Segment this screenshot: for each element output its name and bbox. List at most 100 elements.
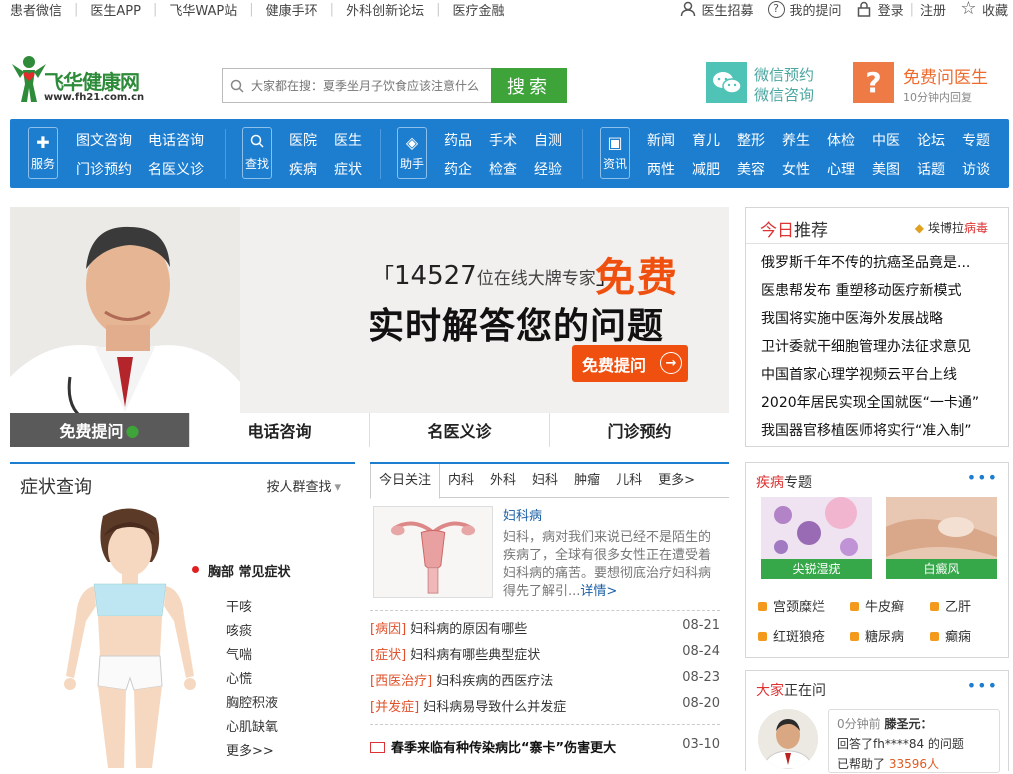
topic-link-diabetes[interactable]: 糖尿病 (850, 626, 904, 645)
topic-link-lupus[interactable]: 红斑狼疮 (758, 626, 825, 645)
list-item[interactable]: 我国器官移植医师将实行“准入制” (761, 420, 979, 448)
answer-card[interactable]: 0分钟前 滕圣元： 回答了fh****84 的问题 已帮助了 33596人 (828, 709, 1000, 773)
banner-tab-free-clinic[interactable]: 名医义诊 (370, 413, 550, 447)
login-link[interactable]: 登录 (856, 0, 904, 19)
topic-link-cervical-erosion[interactable]: 宫颈糜烂 (758, 596, 825, 615)
tab-gynecology[interactable]: 妇科 (524, 464, 566, 498)
list-item[interactable]: 2020年居民实现全国就医“一卡通” (761, 392, 979, 420)
banner-tab-appointment[interactable]: 门诊预约 (550, 413, 729, 447)
list-item[interactable]: 气喘 (226, 644, 278, 668)
tab-surgery[interactable]: 外科 (482, 464, 524, 498)
nav-link-appointment[interactable]: 门诊预约 (76, 159, 132, 179)
nav-link-women[interactable]: 女性 (782, 159, 810, 179)
list-item[interactable]: 中国首家心理学视频云平台上线 (761, 364, 979, 392)
body-map[interactable] (48, 506, 213, 773)
news-category[interactable]: [西医治疗] (370, 674, 432, 689)
nav-service-button[interactable]: ✚ 服务 (28, 127, 58, 179)
free-ask-doctor[interactable]: ? 免费问医生 10分钟内回复 (853, 62, 1003, 104)
top-link-surgery-forum[interactable]: 外科创新论坛 (346, 0, 424, 19)
tab-today-focus[interactable]: 今日关注 (370, 464, 441, 499)
nav-link-exam[interactable]: 检查 (489, 159, 517, 179)
hero-banner[interactable]: 「14527位在线大牌专家」 免费 实时解答您的问题 免费提问 → (10, 207, 729, 447)
more-dots-icon[interactable]: ••• (967, 470, 998, 486)
nav-link-surgery[interactable]: 手术 (489, 130, 517, 150)
nav-link-pharma[interactable]: 药企 (444, 159, 472, 179)
news-title[interactable]: 妇科病有哪些典型症状 (410, 648, 540, 663)
news-title[interactable]: 妇科病的原因有哪些 (410, 622, 527, 637)
nav-news-button[interactable]: ▣ 资讯 (600, 127, 630, 179)
banner-tab-free-question[interactable]: 免费提问 ● (10, 413, 190, 447)
wechat-appointment[interactable]: 微信预约 (754, 64, 814, 85)
top-link-wap[interactable]: 飞华WAP站 (169, 0, 237, 19)
featured-article-title[interactable]: 妇科病 (503, 508, 723, 526)
topic-link-hepatitis-b[interactable]: 乙肝 (930, 596, 971, 615)
news-row[interactable]: [症状] 妇科病有哪些典型症状 08-24 (370, 644, 720, 670)
nav-link-checkup[interactable]: 体检 (827, 130, 855, 150)
news-row[interactable]: [西医治疗] 妇科疾病的西医疗法 08-23 (370, 670, 720, 696)
nav-link-gallery[interactable]: 美图 (872, 159, 900, 179)
nav-link-free-clinic[interactable]: 名医义诊 (148, 159, 204, 179)
news-row[interactable]: [并发症] 妇科病易导致什么并发症 08-20 (370, 696, 720, 722)
anatomy-thumbnail[interactable] (373, 506, 493, 598)
favorite-link[interactable]: ☆ 收藏 (960, 0, 1008, 19)
tab-internal[interactable]: 内科 (440, 464, 482, 498)
nav-link-phone-consult[interactable]: 电话咨询 (148, 130, 204, 150)
nav-link-tcm[interactable]: 中医 (872, 130, 900, 150)
nav-link-disease[interactable]: 疾病 (289, 159, 317, 179)
nav-find-button[interactable]: 查找 (242, 127, 272, 179)
list-item[interactable]: 我国将实施中医海外发展战略 (761, 308, 979, 336)
register-link[interactable]: 注册 (920, 0, 946, 19)
headline-news-title[interactable]: 春季来临有种传染病比“寨卡”伤害更大 (391, 741, 616, 756)
my-questions-link[interactable]: ? 我的提问 (767, 0, 842, 19)
news-category[interactable]: [症状] (370, 648, 406, 663)
nav-link-topics[interactable]: 专题 (962, 130, 990, 150)
nav-link-diet[interactable]: 减肥 (692, 159, 720, 179)
tab-oncology[interactable]: 肿瘤 (566, 464, 608, 498)
featured-article-more[interactable]: 详情> (580, 584, 617, 599)
site-logo[interactable]: 飞华健康网 www.fh21.com.cn (10, 54, 170, 106)
topic-image-warts[interactable]: 尖锐湿疣 (761, 497, 872, 579)
search-button[interactable]: 搜索 (491, 68, 567, 103)
nav-link-interview[interactable]: 访谈 (962, 159, 990, 179)
nav-link-wellness[interactable]: 养生 (782, 130, 810, 150)
news-title[interactable]: 妇科疾病的西医疗法 (436, 674, 553, 689)
tab-pediatrics[interactable]: 儿科 (608, 464, 650, 498)
news-title[interactable]: 妇科病易导致什么并发症 (423, 700, 566, 715)
nav-link-parenting[interactable]: 育儿 (692, 130, 720, 150)
nav-link-drugs[interactable]: 药品 (444, 130, 472, 150)
more-dots-icon[interactable]: ••• (967, 678, 998, 694)
crowd-filter-dropdown[interactable]: 按人群查找 ▾ (266, 476, 341, 495)
doctor-recruit-link[interactable]: 医生招募 (680, 0, 754, 19)
answer-doctor-name[interactable]: 滕圣元： (884, 717, 932, 731)
list-item[interactable]: 心慌 (226, 668, 278, 692)
top-link-medical-finance[interactable]: 医疗金融 (452, 0, 504, 19)
topic-link-epilepsy[interactable]: 癫痫 (930, 626, 971, 645)
nav-link-forum[interactable]: 论坛 (917, 130, 945, 150)
news-row[interactable]: [病因] 妇科病的原因有哪些 08-21 (370, 618, 720, 644)
nav-link-news[interactable]: 新闻 (647, 130, 675, 150)
nav-link-hospital[interactable]: 医院 (289, 130, 317, 150)
banner-tab-phone-consult[interactable]: 电话咨询 (190, 413, 370, 447)
nav-link-image-consult[interactable]: 图文咨询 (76, 130, 132, 150)
top-link-doctor-app[interactable]: 医生APP (90, 0, 141, 19)
top-link-wristband[interactable]: 健康手环 (266, 0, 318, 19)
nav-link-psychology[interactable]: 心理 (827, 159, 855, 179)
list-item[interactable]: 心肌缺氧 (226, 716, 278, 740)
list-item[interactable]: 胸腔积液 (226, 692, 278, 716)
list-item[interactable]: 咳痰 (226, 620, 278, 644)
tab-more[interactable]: 更多> (650, 464, 703, 498)
nav-link-symptom[interactable]: 症状 (334, 159, 362, 179)
nav-assistant-button[interactable]: ◈ 助手 (397, 127, 427, 179)
list-item[interactable]: 医患帮发布 重塑移动医疗新模式 (761, 280, 979, 308)
top-link-patient-wechat[interactable]: 患者微信 (10, 0, 62, 19)
list-item[interactable]: 卫计委就干细胞管理办法征求意见 (761, 336, 979, 364)
nav-link-beauty[interactable]: 美容 (737, 159, 765, 179)
headline-news-row[interactable]: 春季来临有种传染病比“寨卡”伤害更大 03-10 (370, 737, 720, 756)
news-category[interactable]: [并发症] (370, 700, 419, 715)
nav-link-plastic[interactable]: 整形 (737, 130, 765, 150)
news-category[interactable]: [病因] (370, 622, 406, 637)
free-question-button[interactable]: 免费提问 → (572, 345, 688, 382)
nav-link-selftest[interactable]: 自测 (534, 130, 562, 150)
topic-link-psoriasis[interactable]: 牛皮癣 (850, 596, 904, 615)
list-item[interactable]: 俄罗斯千年不传的抗癌圣品竟是... (761, 252, 979, 280)
